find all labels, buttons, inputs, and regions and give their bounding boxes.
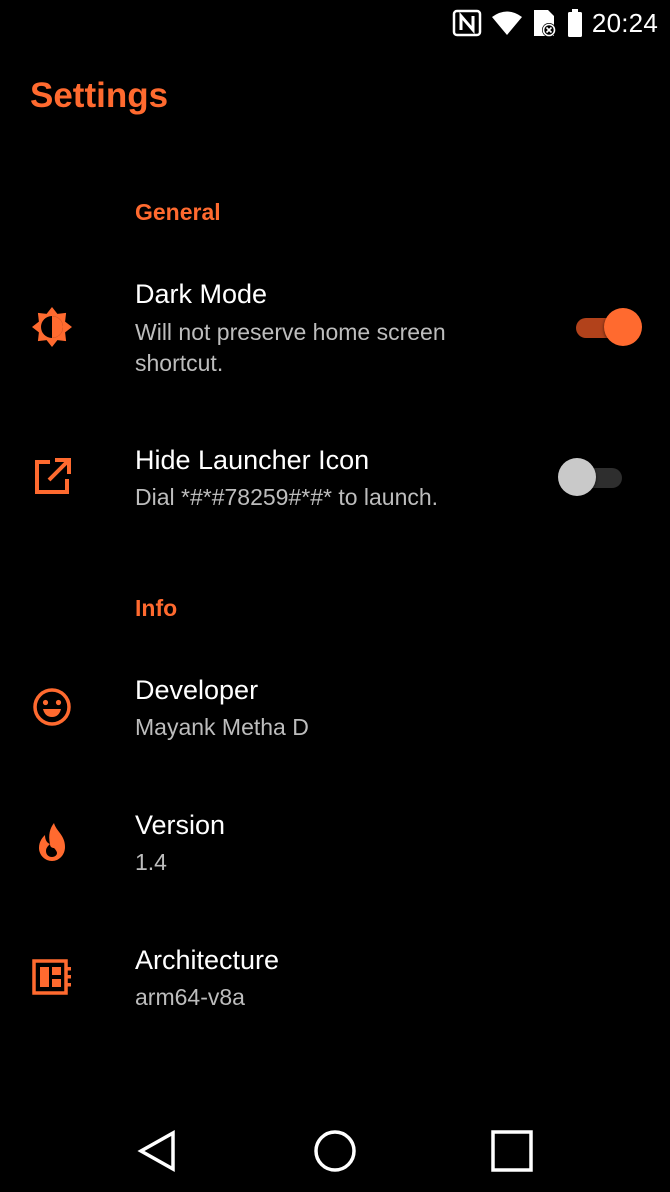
- page-title: Settings: [30, 76, 169, 115]
- setting-title: Developer: [135, 675, 259, 705]
- brightness-icon: [32, 307, 72, 347]
- setting-title: Version: [135, 810, 226, 840]
- wifi-icon: [491, 11, 522, 35]
- nfc-icon: [452, 9, 482, 37]
- smiley-icon: [33, 688, 71, 726]
- back-icon[interactable]: [128, 1121, 188, 1181]
- setting-summary: Will not preserve home screen shortcut.: [135, 319, 446, 376]
- setting-architecture[interactable]: Architecture arm64-v8a: [0, 930, 670, 1030]
- section-header-general: General: [135, 199, 221, 225]
- setting-developer[interactable]: Developer Mayank Metha D: [0, 660, 670, 760]
- setting-summary: 1.4: [135, 849, 167, 875]
- section-header-info: Info: [135, 595, 178, 621]
- navigation-bar: [0, 1110, 670, 1192]
- battery-icon: [567, 9, 582, 37]
- setting-title: Hide Launcher Icon: [135, 445, 370, 475]
- setting-title: Architecture: [135, 945, 280, 975]
- open-external-icon: [35, 458, 71, 494]
- hide-launcher-toggle[interactable]: [558, 455, 624, 499]
- setting-hide-launcher-icon[interactable]: Hide Launcher Icon Dial *#*#78259#*#* to…: [0, 430, 670, 530]
- recents-icon[interactable]: [482, 1121, 542, 1181]
- home-icon[interactable]: [305, 1121, 365, 1181]
- setting-summary: Dial *#*#78259#*#* to launch.: [135, 484, 439, 510]
- setting-title: Dark Mode: [135, 279, 268, 309]
- no-sim-icon: [533, 10, 556, 37]
- setting-summary: arm64-v8a: [135, 984, 245, 1010]
- dark-mode-toggle[interactable]: [568, 305, 642, 349]
- setting-summary: Mayank Metha D: [135, 714, 309, 740]
- chip-icon: [32, 959, 71, 995]
- setting-version[interactable]: Version 1.4: [0, 795, 670, 895]
- status-bar: 20:24: [0, 0, 670, 46]
- flame-icon: [39, 823, 65, 861]
- setting-dark-mode[interactable]: Dark Mode Will not preserve home screen …: [0, 262, 670, 392]
- status-time: 20:24: [591, 7, 658, 38]
